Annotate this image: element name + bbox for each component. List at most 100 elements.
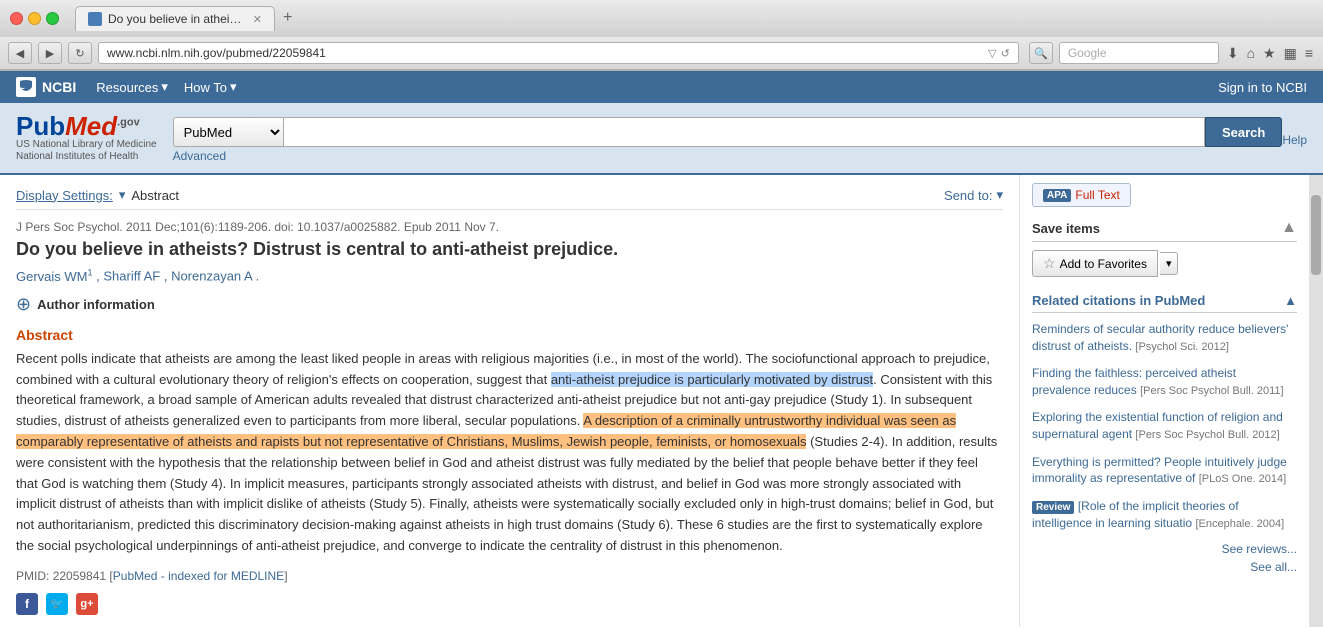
apa-button[interactable]: APA Full Text: [1032, 183, 1131, 207]
author-info-toggle[interactable]: ⊕ Author information: [16, 294, 1003, 315]
pubmed-logo: PubMed.gov: [16, 113, 157, 139]
gov-text: .gov: [117, 116, 140, 128]
pubmed-search-input[interactable]: [283, 117, 1205, 147]
tab-close-icon[interactable]: ✕: [253, 13, 262, 26]
author3-link[interactable]: , Norenzayan A: [164, 269, 252, 284]
abstract-text: Recent polls indicate that atheists are …: [16, 349, 1003, 557]
google-plus-icon[interactable]: g+: [76, 593, 98, 615]
display-settings-dropdown[interactable]: ▾: [119, 187, 126, 203]
star-icon[interactable]: ★: [1261, 43, 1278, 64]
abstract-section: Abstract Recent polls indicate that athe…: [16, 327, 1003, 557]
review-badge: Review: [1032, 501, 1074, 514]
favorites-dropdown-button[interactable]: ▾: [1160, 252, 1179, 275]
reload-icon: ↺: [1001, 47, 1010, 60]
main-layout: Display Settings: ▾ Abstract Send to: ▾ …: [0, 175, 1323, 627]
browser-tab[interactable]: Do you believe in atheists... ✕: [75, 6, 275, 31]
url-box[interactable]: www.ncbi.nlm.nih.gov/pubmed/22059841 ▽ ↺: [98, 42, 1019, 64]
author1-link[interactable]: Gervais WM1: [16, 269, 96, 284]
related-collapse[interactable]: ▲: [1284, 293, 1297, 308]
apa-section: APA Full Text: [1032, 183, 1297, 207]
ncbi-logo-text: NCBI: [42, 79, 76, 95]
pubmed-searchbar: PubMed.gov US National Library of Medici…: [0, 103, 1323, 175]
display-format: Abstract: [131, 188, 179, 203]
howto-chevron: ▾: [230, 79, 237, 95]
address-bar: ◀ ▶ ↻ www.ncbi.nlm.nih.gov/pubmed/220598…: [0, 37, 1323, 70]
pub-text: Pub: [16, 111, 65, 141]
minimize-window-btn[interactable]: [28, 12, 41, 25]
sidebar: APA Full Text Save items ▲ ☆ Add to Favo…: [1019, 175, 1309, 627]
maximize-window-btn[interactable]: [46, 12, 59, 25]
see-reviews-link[interactable]: See reviews...: [1032, 542, 1297, 556]
citation-source-2: [Pers Soc Psychol Bull. 2011]: [1140, 385, 1283, 397]
resources-nav[interactable]: Resources ▾: [96, 79, 168, 95]
back-button[interactable]: ◀: [8, 42, 32, 64]
advanced-search-link[interactable]: Advanced: [173, 149, 1283, 163]
citation-item-2: Finding the faithless: perceived atheist…: [1032, 365, 1297, 399]
help-link[interactable]: Help: [1282, 113, 1307, 147]
browser-search-input[interactable]: Google: [1059, 42, 1219, 64]
citation-item-1: Reminders of secular authority reduce be…: [1032, 321, 1297, 355]
med-text: Med: [65, 111, 117, 141]
pubmed-subtitle: US National Library of MedicineNational …: [16, 139, 157, 163]
facebook-icon[interactable]: f: [16, 593, 38, 615]
author-info-label: Author information: [37, 297, 155, 312]
resources-chevron: ▾: [161, 79, 168, 95]
content-area: Display Settings: ▾ Abstract Send to: ▾ …: [0, 175, 1019, 627]
forward-button[interactable]: ▶: [38, 42, 62, 64]
abstract-title: Abstract: [16, 327, 1003, 343]
star-icon: ☆: [1043, 255, 1056, 272]
citation-source-5: [Encephale. 2004]: [1195, 518, 1284, 530]
abstract-highlight-1: anti-atheist prejudice is particularly m…: [551, 372, 873, 387]
home-icon[interactable]: ⌂: [1245, 43, 1257, 64]
expand-icon: ⊕: [16, 294, 31, 315]
howto-nav[interactable]: How To ▾: [184, 79, 237, 95]
search-row: PubMed Search: [173, 117, 1283, 147]
google-label: Google: [1068, 46, 1107, 60]
citation-item-5: Review [Role of the implicit theories of…: [1032, 498, 1297, 532]
window-controls: [10, 12, 59, 25]
grid-icon[interactable]: ▦: [1282, 43, 1299, 64]
apa-badge: APA: [1043, 189, 1071, 202]
citation-item-4: Everything is permitted? People intuitiv…: [1032, 454, 1297, 488]
save-items-collapse[interactable]: ▲: [1281, 219, 1297, 237]
pmid-value: 22059841: [53, 569, 106, 583]
ncbi-logo: ~ NCBI: [16, 77, 76, 97]
display-bar: Display Settings: ▾ Abstract Send to: ▾: [16, 187, 1003, 210]
refresh-button[interactable]: ↻: [68, 42, 92, 64]
title-bar: Do you believe in atheists... ✕ +: [0, 0, 1323, 37]
menu-icon[interactable]: ≡: [1303, 43, 1315, 64]
article-title: Do you believe in atheists? Distrust is …: [16, 238, 1003, 261]
add-to-favorites-button[interactable]: ☆ Add to Favorites: [1032, 250, 1158, 277]
ncbi-logo-icon: ~: [16, 77, 36, 97]
ncbi-header: ~ NCBI Resources ▾ How To ▾ Sign in to N…: [0, 71, 1323, 103]
pmid-line: PMID: 22059841 [PubMed - indexed for MED…: [16, 569, 1003, 583]
tab-title: Do you believe in atheists...: [108, 12, 247, 26]
pmid-label: PMID:: [16, 569, 49, 583]
pmid-link[interactable]: PubMed - indexed for MEDLINE: [113, 569, 284, 583]
see-all-link[interactable]: See all...: [1032, 560, 1297, 574]
display-settings-link[interactable]: Display Settings:: [16, 188, 113, 203]
url-icons: ▽ ↺: [988, 47, 1010, 60]
author2-link[interactable]: , Shariff AF: [96, 269, 160, 284]
send-to-link[interactable]: Send to:: [944, 188, 992, 203]
abstract-text-3: (Studies 2-4). In addition, results were…: [16, 434, 997, 553]
full-text-label: Full Text: [1075, 188, 1119, 202]
save-items-section: Save items ▲ ☆ Add to Favorites ▾: [1032, 219, 1297, 277]
citation-source-3: [Pers Soc Psychol Bull. 2012]: [1135, 429, 1279, 441]
citation-source-1: [Psychol Sci. 2012]: [1135, 341, 1229, 353]
download-icon[interactable]: ⬇: [1225, 43, 1241, 64]
new-tab-button[interactable]: +: [275, 9, 300, 31]
database-select[interactable]: PubMed: [173, 117, 283, 147]
save-items-title: Save items: [1032, 221, 1100, 236]
related-citations: Related citations in PubMed ▲ Reminders …: [1032, 293, 1297, 574]
close-window-btn[interactable]: [10, 12, 23, 25]
search-button[interactable]: Search: [1205, 117, 1282, 147]
url-text: www.ncbi.nlm.nih.gov/pubmed/22059841: [107, 46, 984, 60]
scrollbar-thumb[interactable]: [1311, 195, 1321, 275]
scrollbar[interactable]: [1309, 175, 1323, 627]
send-to-dropdown[interactable]: ▾: [996, 187, 1003, 203]
twitter-icon[interactable]: 🐦: [46, 593, 68, 615]
svg-text:~: ~: [20, 84, 25, 93]
sign-in-link[interactable]: Sign in to NCBI: [1218, 80, 1307, 95]
bookmark-icon: ▽: [988, 47, 996, 60]
